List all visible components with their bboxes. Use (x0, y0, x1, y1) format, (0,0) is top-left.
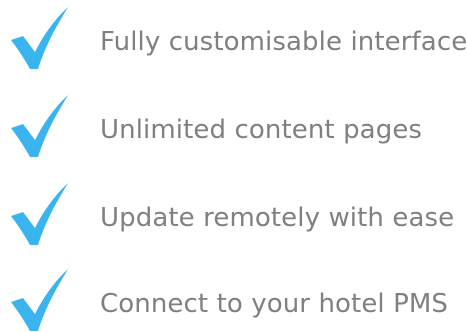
feature-item-remote-update: Update remotely with ease (0, 182, 467, 246)
checkmark-icon (8, 6, 72, 70)
feature-label: Fully customisable interface (100, 27, 467, 57)
feature-item-hotel-pms: Connect to your hotel PMS (0, 268, 467, 332)
checkmark-icon (8, 94, 72, 158)
feature-item-customisable: Fully customisable interface (0, 6, 467, 70)
feature-list: Fully customisable interface Unlimited c… (0, 0, 467, 331)
feature-label: Update remotely with ease (100, 203, 455, 233)
feature-item-content-pages: Unlimited content pages (0, 94, 467, 158)
feature-label: Unlimited content pages (100, 115, 423, 145)
checkmark-icon (8, 182, 72, 246)
feature-label: Connect to your hotel PMS (100, 289, 449, 319)
checkmark-icon (8, 268, 72, 332)
